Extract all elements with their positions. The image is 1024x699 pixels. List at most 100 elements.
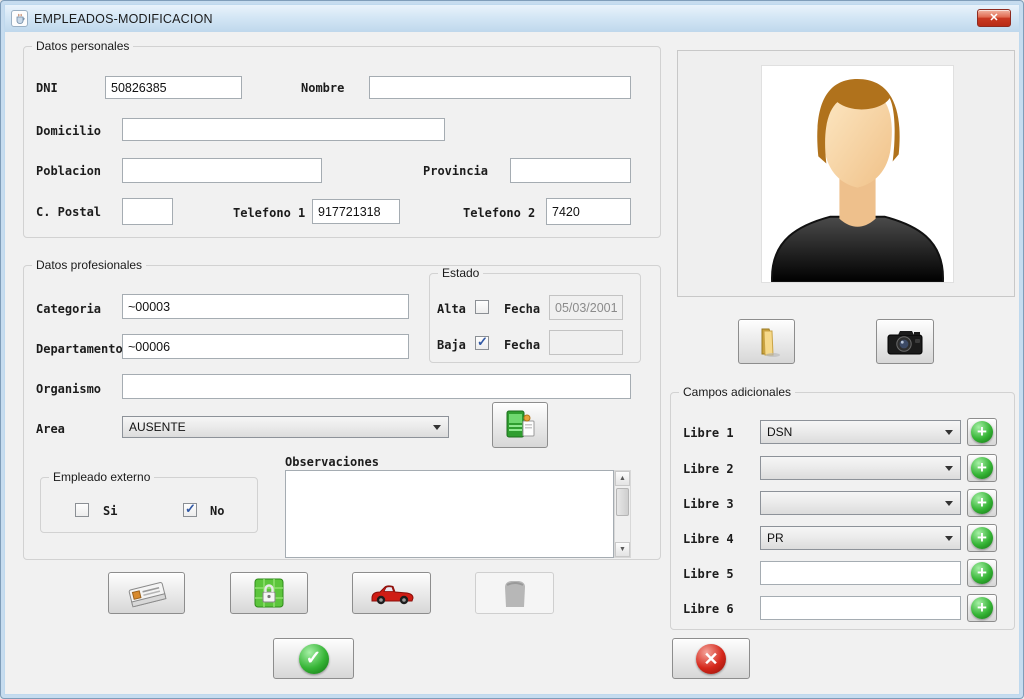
libre5-label: Libre 5 <box>683 567 734 581</box>
cancel-button[interactable]: ✕ <box>672 638 750 679</box>
libre3-add-button[interactable]: + <box>967 489 997 517</box>
plus-icon: + <box>971 527 993 549</box>
area-lookup-button[interactable] <box>492 402 548 448</box>
accept-button[interactable]: ✓ <box>273 638 354 679</box>
folder-icon <box>761 328 780 357</box>
employee-photo <box>761 65 954 284</box>
close-button[interactable]: ✕ <box>977 9 1011 27</box>
photo-panel <box>677 50 1015 297</box>
libre3-combobox[interactable] <box>760 491 961 515</box>
libre4-value: PR <box>767 531 784 545</box>
poblacion-label: Poblacion <box>36 164 102 178</box>
baja-label: Baja <box>437 338 466 352</box>
libre5-add-button[interactable]: + <box>967 559 997 587</box>
area-label: Area <box>36 422 65 436</box>
datos-personales-title: Datos personales <box>32 39 134 53</box>
nombre-label: Nombre <box>301 81 345 95</box>
telefono1-label: Telefono 1 <box>233 206 306 220</box>
plus-icon: + <box>971 492 993 514</box>
alta-checkbox[interactable] <box>475 300 489 314</box>
libre1-combobox[interactable]: DSN <box>760 420 961 444</box>
scroll-up-icon[interactable]: ▲ <box>615 471 630 486</box>
vehicle-button[interactable] <box>352 572 431 614</box>
observaciones-label: Observaciones <box>285 455 379 469</box>
departamento-field[interactable] <box>122 334 409 359</box>
accept-check-icon: ✓ <box>298 643 329 674</box>
cpostal-label: C. Postal <box>36 205 102 219</box>
domicilio-field[interactable] <box>122 118 445 141</box>
libre1-label: Libre 1 <box>683 426 734 440</box>
provincia-label: Provincia <box>423 164 489 178</box>
cpostal-field[interactable] <box>122 198 173 225</box>
libre2-combobox[interactable] <box>760 456 961 480</box>
libre2-label: Libre 2 <box>683 462 734 476</box>
plus-icon: + <box>971 597 993 619</box>
window-title: EMPLEADOS-MODIFICACION <box>34 11 213 26</box>
categoria-label: Categoria <box>36 302 102 316</box>
java-app-icon <box>11 10 28 27</box>
dni-label: DNI <box>36 81 58 95</box>
scroll-down-icon[interactable]: ▼ <box>615 542 630 557</box>
scrollbar-thumb[interactable] <box>616 488 629 516</box>
poblacion-field[interactable] <box>122 158 322 183</box>
nombre-field[interactable] <box>369 76 631 99</box>
empleado-externo-title: Empleado externo <box>49 470 155 484</box>
libre3-label: Libre 3 <box>683 497 734 511</box>
provincia-field[interactable] <box>510 158 631 183</box>
save-secure-button[interactable] <box>230 572 308 614</box>
externo-no-label: No <box>210 504 225 518</box>
alta-fecha-label: Fecha <box>504 302 541 316</box>
libre6-field[interactable] <box>760 596 961 620</box>
observaciones-textarea[interactable] <box>285 470 614 558</box>
plus-icon: + <box>971 421 993 443</box>
libre6-add-button[interactable]: + <box>967 594 997 622</box>
baja-fecha-label: Fecha <box>504 338 541 352</box>
chevron-down-icon <box>945 466 953 471</box>
telefono2-label: Telefono 2 <box>463 206 536 220</box>
alta-label: Alta <box>437 302 466 316</box>
baja-checkbox[interactable] <box>475 334 489 350</box>
disabled-gray-icon <box>504 581 525 607</box>
observaciones-scrollbar[interactable]: ▲ ▼ <box>614 470 631 558</box>
chevron-down-icon <box>945 501 953 506</box>
client-area: Datos personales DNI Nombre Domicilio Po… <box>5 32 1019 694</box>
disabled-extra-button <box>475 572 554 614</box>
dni-field[interactable] <box>105 76 242 99</box>
java-cup-glyph <box>16 13 25 24</box>
libre5-field[interactable] <box>760 561 961 585</box>
externo-si-label: Si <box>103 504 118 518</box>
plus-icon: + <box>971 562 993 584</box>
categoria-field[interactable] <box>122 294 409 319</box>
externo-si-checkbox[interactable] <box>75 503 89 517</box>
libre1-add-button[interactable]: + <box>967 418 997 446</box>
domicilio-label: Domicilio <box>36 124 102 138</box>
area-combobox-value: AUSENTE <box>129 420 186 434</box>
titlebar: EMPLEADOS-MODIFICACION ✕ <box>5 5 1019 32</box>
green-lock-icon <box>254 578 284 608</box>
libre2-add-button[interactable]: + <box>967 454 997 482</box>
libre4-label: Libre 4 <box>683 532 734 546</box>
telefono1-field[interactable] <box>312 199 400 224</box>
avatar-placeholder-icon <box>771 79 944 284</box>
contacts-card-button[interactable] <box>108 572 185 614</box>
baja-fecha-field <box>549 330 623 355</box>
externo-no-checkbox[interactable] <box>183 501 197 517</box>
open-folder-button[interactable] <box>738 319 795 364</box>
camera-button[interactable] <box>876 319 934 364</box>
alta-fecha-field <box>549 295 623 320</box>
campos-adicionales-title: Campos adicionales <box>679 385 796 399</box>
organismo-label: Organismo <box>36 382 102 396</box>
organismo-field[interactable] <box>122 374 631 399</box>
id-card-icon <box>128 582 167 608</box>
libre4-add-button[interactable]: + <box>967 524 997 552</box>
estado-title: Estado <box>438 266 484 280</box>
libre1-value: DSN <box>767 425 793 439</box>
libre4-combobox[interactable]: PR <box>760 526 961 550</box>
departamento-label: Departamento <box>36 342 123 356</box>
area-combobox[interactable]: AUSENTE <box>122 416 449 438</box>
camera-icon <box>887 330 923 354</box>
chevron-down-icon <box>945 536 953 541</box>
libre6-label: Libre 6 <box>683 602 734 616</box>
app-window: EMPLEADOS-MODIFICACION ✕ Datos personale… <box>0 0 1024 699</box>
telefono2-field[interactable] <box>546 198 631 225</box>
